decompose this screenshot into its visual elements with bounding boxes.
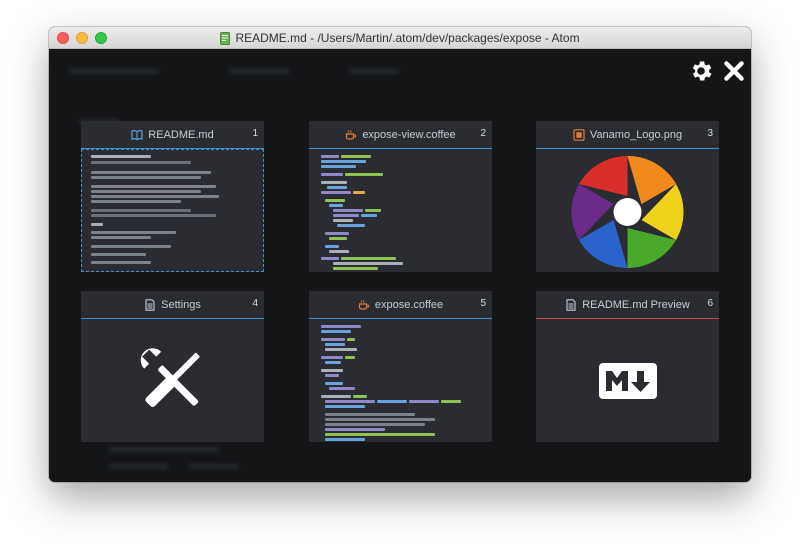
tile-header: expose-view.coffee [309,121,492,149]
markdown-file-icon [220,31,231,45]
tile-settings[interactable]: Settings 4 [81,291,264,442]
tile-label: expose-view.coffee [362,128,456,141]
tile-label: Settings [161,298,201,311]
expose-overlay: README.md 1 expose-view.coffee 2 Vanamo_… [49,49,751,482]
tile-number: 6 [707,298,713,309]
tile-preview-image [536,149,719,272]
tile-vanamo-logo[interactable]: Vanamo_Logo.png 3 [536,121,719,272]
coffee-icon [358,299,370,310]
settings-gear-icon[interactable] [688,58,714,84]
tile-preview-code [309,149,492,272]
tile-label: expose.coffee [374,298,444,311]
tile-expose-view-coffee[interactable]: expose-view.coffee 2 [309,121,492,272]
tile-expose-coffee[interactable]: expose.coffee 5 [309,291,492,442]
atom-window: README.md - /Users/Martin/.atom/dev/pack… [49,27,751,482]
document-icon [566,298,576,311]
close-icon[interactable] [721,58,747,84]
tile-header: Vanamo_Logo.png [536,121,719,149]
aperture-logo-image [571,156,684,268]
tile-preview-code [309,319,492,442]
window-title-area: README.md - /Users/Martin/.atom/dev/pack… [49,27,751,49]
tile-number: 2 [480,128,486,139]
tile-header: README.md [81,121,264,149]
book-icon [131,129,143,140]
tile-header: expose.coffee [309,291,492,319]
tile-label: README.md [148,128,214,141]
tile-number: 3 [707,128,713,139]
image-file-icon [573,128,585,141]
tile-readme[interactable]: README.md 1 [81,121,264,272]
tile-number: 4 [252,298,258,309]
document-icon [145,298,155,311]
tile-number: 1 [252,128,258,139]
tile-preview-markdown [81,149,264,272]
coffee-icon [346,129,357,140]
title-bar[interactable]: README.md - /Users/Martin/.atom/dev/pack… [49,27,751,49]
window-title: README.md - /Users/Martin/.atom/dev/pack… [235,31,580,45]
tools-icon [140,348,200,408]
tile-readme-preview[interactable]: README.md Preview 6 [536,291,719,442]
tile-preview-markdown-logo [536,319,719,442]
tile-preview-settings [81,319,264,442]
tile-number: 5 [480,298,486,309]
tile-header: Settings [81,291,264,319]
markdown-logo-icon [599,363,657,399]
tile-label: README.md Preview [582,298,690,311]
tile-header: README.md Preview [536,291,719,319]
tile-label: Vanamo_Logo.png [589,128,683,141]
